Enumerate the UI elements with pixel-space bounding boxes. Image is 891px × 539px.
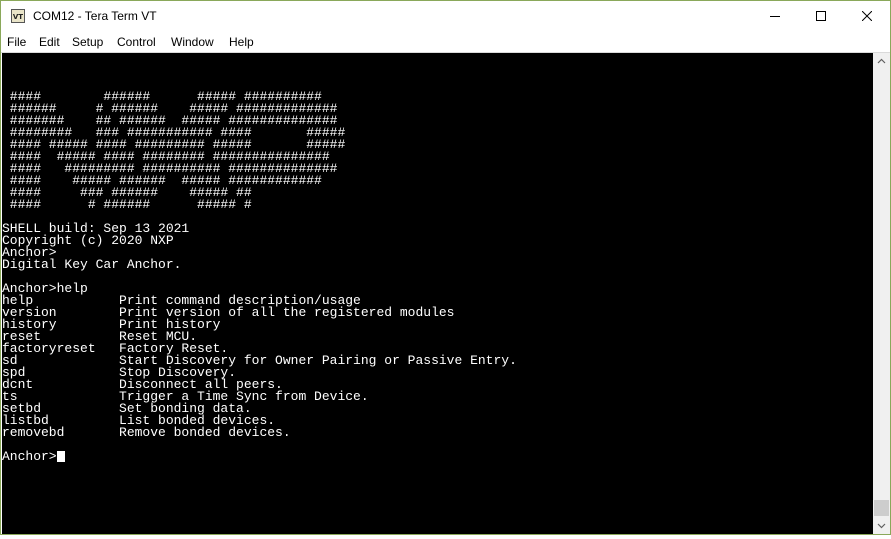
menu-window[interactable]: Window xyxy=(171,32,214,52)
scroll-up-button[interactable] xyxy=(873,53,890,70)
menu-edit[interactable]: Edit xyxy=(39,32,60,52)
vertical-scrollbar[interactable] xyxy=(873,53,890,534)
minimize-icon xyxy=(770,16,780,17)
maximize-button[interactable] xyxy=(798,1,844,32)
menu-setup[interactable]: Setup xyxy=(72,32,103,52)
title-bar[interactable]: VT COM12 - Tera Term VT xyxy=(1,1,890,32)
tera-term-app-icon[interactable]: VT xyxy=(11,9,25,23)
close-icon xyxy=(862,11,872,21)
chevron-down-icon xyxy=(877,523,886,529)
scroll-down-button[interactable] xyxy=(873,517,890,534)
terminal-prompt: Anchor> xyxy=(2,449,57,464)
menu-bar: File Edit Setup Control Window Help xyxy=(1,32,890,52)
terminal-line: Digital Key Car Anchor. xyxy=(2,257,182,272)
menu-help[interactable]: Help xyxy=(229,32,254,52)
terminal-output: #### ###### ##### ########## ###### # ##… xyxy=(2,90,517,464)
terminal-screen[interactable]: #### ###### ##### ########## ###### # ##… xyxy=(2,53,873,534)
app-window: VT COM12 - Tera Term VT File Edit Setup … xyxy=(0,0,891,535)
menu-control[interactable]: Control xyxy=(117,32,156,52)
terminal-line: removebd Remove bonded devices. xyxy=(2,425,291,440)
window-title: COM12 - Tera Term VT xyxy=(33,9,157,23)
minimize-button[interactable] xyxy=(752,1,798,32)
terminal-line: #### # ###### ##### # xyxy=(2,197,252,212)
text-cursor xyxy=(56,451,65,462)
maximize-icon xyxy=(816,11,826,21)
scrollbar-thumb[interactable] xyxy=(874,500,889,516)
chevron-up-icon xyxy=(877,58,886,64)
menu-file[interactable]: File xyxy=(7,32,26,52)
close-button[interactable] xyxy=(844,1,890,32)
